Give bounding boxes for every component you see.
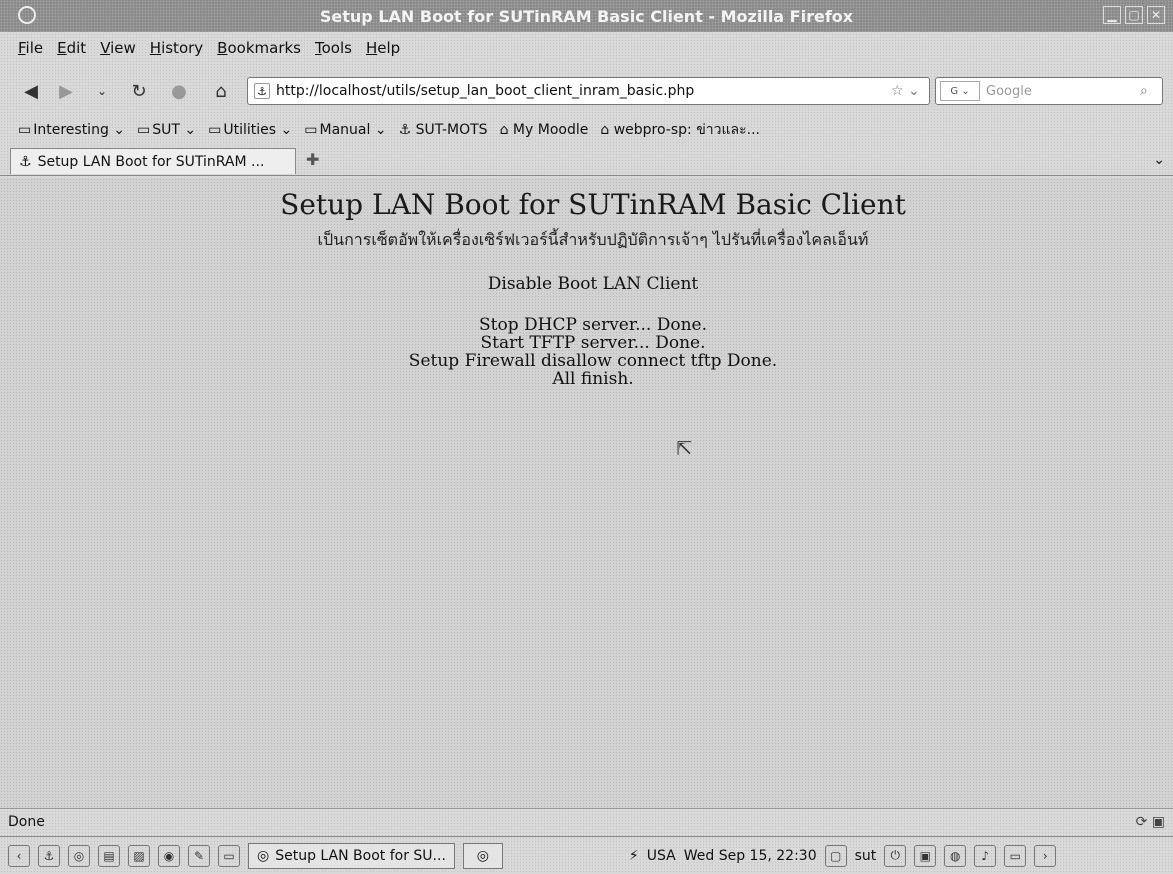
power-icon[interactable]: ⏻ (884, 844, 907, 867)
window-titlebar: Setup LAN Boot for SUTinRAM Basic Client… (0, 0, 1173, 32)
history-dropdown-icon[interactable]: ⌄ (94, 78, 110, 104)
status-line: All finish. (552, 369, 634, 389)
volume-icon[interactable]: ♪ (974, 844, 997, 867)
disable-heading: Disable Boot LAN Client (487, 274, 699, 294)
window-controls: ▁ ▢ ✕ (1103, 6, 1165, 24)
taskbar-scroll-left-icon[interactable]: ‹ (8, 844, 30, 867)
site-identity-icon[interactable]: ⚓ (254, 83, 270, 99)
status-tray-icons[interactable]: ⟳ ▣ (1136, 814, 1165, 830)
maximize-button[interactable]: ▢ (1125, 6, 1143, 24)
status-line: Start TFTP server... Done. (480, 333, 706, 353)
status-text: Done (8, 813, 45, 830)
clock[interactable]: Wed Sep 15, 22:30 (684, 848, 817, 864)
menu-edit[interactable]: Edit (57, 39, 86, 57)
menu-file[interactable]: File (18, 39, 43, 57)
menu-bar: File Edit View History Bookmarks Tools H… (0, 34, 1173, 62)
taskbar-window-label: Setup LAN Boot for SU... (275, 847, 446, 864)
taskbar: ‹ ⚓ ◎ ▤ ▨ ◉ ✎ ▭ ◎ Setup LAN Boot for SU.… (0, 836, 1173, 874)
mouse-pointer-icon: ⇱ (676, 436, 693, 460)
url-text[interactable]: http://localhost/utils/setup_lan_boot_cl… (276, 83, 891, 99)
launcher-image-icon[interactable]: ▨ (128, 844, 150, 867)
bookmark-folder-utilities[interactable]: Utilities ⌄ (208, 122, 292, 138)
stop-icon[interactable]: ● (166, 78, 192, 104)
bookmark-folder-interesting[interactable]: Interesting ⌄ (18, 122, 125, 138)
tab-favicon-icon: ⚓ (19, 153, 32, 170)
search-input[interactable]: Google (986, 84, 1140, 99)
search-bar[interactable]: G ⌄ Google ⌕ (935, 77, 1163, 105)
list-all-tabs-icon[interactable]: ⌄ (1153, 152, 1165, 168)
bookmark-star-icon[interactable]: ☆ ⌄ (891, 83, 929, 99)
page-subtitle: เป็นการเซ็ตอัพให้เครื่องเซิร์ฟเวอร์นี้สำ… (317, 230, 869, 249)
google-search-engine-icon[interactable]: G ⌄ (940, 81, 980, 101)
tab-label: Setup LAN Boot for SUTinRAM ... (37, 153, 265, 170)
launcher-anchor-icon[interactable]: ⚓ (38, 844, 60, 867)
url-bar[interactable]: ⚓ http://localhost/utils/setup_lan_boot_… (247, 77, 930, 105)
taskbar-window-button-2[interactable]: ◎ (462, 842, 503, 869)
menu-tools[interactable]: Tools (315, 39, 352, 57)
launcher-terminal-icon[interactable]: ▭ (218, 844, 240, 867)
taskbar-scroll-right-icon[interactable]: › (1034, 844, 1057, 867)
network-icon[interactable]: ⚡ (629, 848, 639, 864)
menu-help[interactable]: Help (366, 39, 400, 57)
display-icon[interactable]: ▣ (914, 844, 937, 867)
page-title: Setup LAN Boot for SUTinRAM Basic Client (280, 188, 906, 221)
keyboard-layout[interactable]: USA (647, 848, 676, 864)
status-lines: Stop DHCP server... Done. Start TFTP ser… (0, 316, 1173, 388)
status-line: Setup Firewall disallow connect tftp Don… (408, 351, 778, 371)
page-content: Setup LAN Boot for SUTinRAM Basic Client… (0, 178, 1173, 808)
search-icon[interactable]: ⌕ (1140, 83, 1162, 99)
status-line: Stop DHCP server... Done. (478, 315, 708, 335)
reload-icon[interactable]: ↻ (126, 78, 152, 104)
launcher-files-icon[interactable]: ▤ (98, 844, 120, 867)
user-icon: ▢ (824, 844, 847, 867)
tab-strip: ⚓ Setup LAN Boot for SUTinRAM ... ✚ ⌄ (0, 146, 1173, 176)
menu-view[interactable]: View (100, 39, 136, 57)
bookmark-folder-sut[interactable]: SUT ⌄ (137, 122, 196, 138)
window-title: Setup LAN Boot for SUTinRAM Basic Client… (319, 6, 854, 26)
taskbar-window-button[interactable]: ◎ Setup LAN Boot for SU... (248, 842, 455, 869)
status-bar: Done ⟳ ▣ (0, 808, 1173, 834)
network-tray-icon[interactable]: ◍ (944, 844, 967, 867)
bookmark-webpro-sp[interactable]: ⌂ webpro-sp: ข่าวและ... (600, 119, 760, 141)
minimize-button[interactable]: ▁ (1103, 6, 1121, 24)
desktop-icon[interactable]: ▭ (1004, 844, 1027, 867)
launcher-editor-icon[interactable]: ✎ (188, 844, 210, 867)
bookmarks-toolbar: Interesting ⌄ SUT ⌄ Utilities ⌄ Manual ⌄… (0, 118, 1173, 142)
new-tab-icon[interactable]: ✚ (306, 150, 319, 169)
user-name[interactable]: sut (855, 848, 877, 864)
firefox-task-icon: ◎ (476, 847, 490, 864)
tab-active[interactable]: ⚓ Setup LAN Boot for SUTinRAM ... (10, 148, 296, 174)
close-button[interactable]: ✕ (1147, 6, 1165, 24)
menu-bookmarks[interactable]: Bookmarks (217, 39, 301, 57)
navigation-toolbar: ◀ ▶ ⌄ ↻ ● ⌂ ⚓ http://localhost/utils/set… (0, 72, 1173, 110)
forward-arrow-icon[interactable]: ▶ (56, 78, 76, 104)
home-icon[interactable]: ⌂ (208, 78, 234, 104)
bookmark-folder-manual[interactable]: Manual ⌄ (304, 122, 387, 138)
firefox-task-icon: ◎ (257, 847, 270, 864)
bookmark-my-moodle[interactable]: ⌂ My Moodle (500, 122, 589, 138)
launcher-browser-icon[interactable]: ◎ (68, 844, 90, 867)
menu-history[interactable]: History (150, 39, 203, 57)
bookmark-sut-mots[interactable]: ⚓ SUT-MOTS (399, 122, 488, 138)
launcher-globe-icon[interactable]: ◉ (158, 844, 180, 867)
firefox-icon[interactable] (18, 6, 36, 24)
back-arrow-icon[interactable]: ◀ (18, 78, 44, 104)
